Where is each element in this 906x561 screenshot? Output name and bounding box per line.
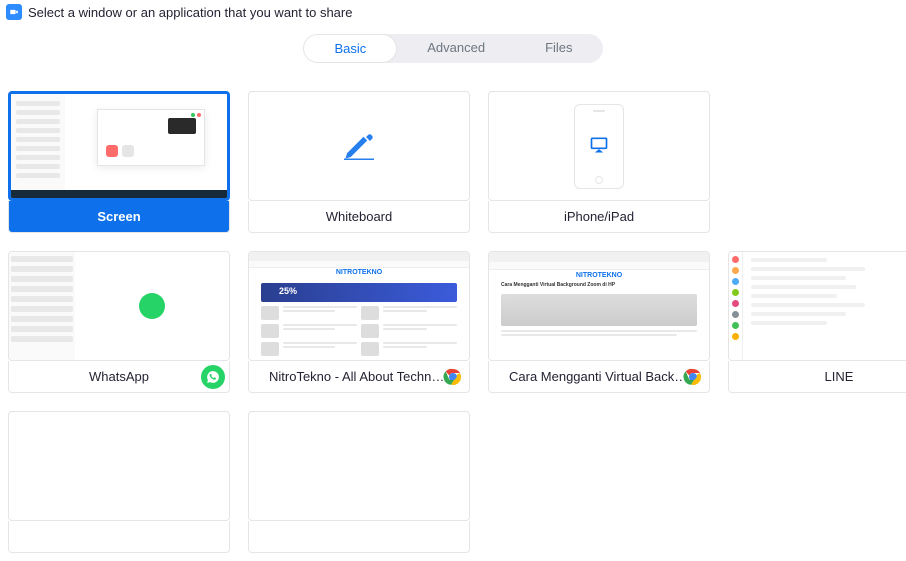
- share-thumb-cara: NITROTEKNO Cara Mengganti Virtual Backgr…: [488, 251, 710, 361]
- airplay-icon: [589, 135, 609, 158]
- share-label-bar: Whiteboard: [248, 201, 470, 233]
- share-label-bar: Cara Mengganti Virtual Backgrou...: [488, 361, 710, 393]
- share-label-bar: LINE: [728, 361, 906, 393]
- share-item-whiteboard[interactable]: Whiteboard: [248, 91, 470, 233]
- mock-article-title: Cara Mengganti Virtual Background Zoom d…: [501, 282, 697, 288]
- share-label-bar: [8, 521, 230, 553]
- share-item-blank[interactable]: [248, 411, 470, 553]
- share-item-label: NitroTekno - All About Technolo...: [269, 369, 449, 384]
- window-title: Select a window or an application that y…: [28, 5, 352, 20]
- share-label-bar: iPhone/iPad: [488, 201, 710, 233]
- share-item-screen[interactable]: Screen: [8, 91, 230, 233]
- share-item-blank[interactable]: [8, 411, 230, 553]
- share-thumb-iphone: [488, 91, 710, 201]
- tab-group: Basic Advanced Files: [303, 34, 602, 63]
- tab-files[interactable]: Files: [515, 34, 602, 63]
- chrome-icon: [441, 365, 465, 389]
- share-item-iphone-ipad[interactable]: iPhone/iPad: [488, 91, 710, 233]
- tab-advanced[interactable]: Advanced: [397, 34, 515, 63]
- share-item-label: Whiteboard: [326, 209, 392, 224]
- share-label-bar: NitroTekno - All About Technolo...: [248, 361, 470, 393]
- share-item-line[interactable]: LINE: [728, 251, 906, 393]
- share-item-label: LINE: [825, 369, 854, 384]
- share-thumb-screen: [8, 91, 230, 201]
- share-item-label: WhatsApp: [89, 369, 149, 384]
- mock-site-brand: NITROTEKNO: [249, 268, 469, 277]
- tab-basic[interactable]: Basic: [303, 34, 397, 63]
- share-item-whatsapp[interactable]: WhatsApp: [8, 251, 230, 393]
- share-thumb-blank: [248, 411, 470, 521]
- share-thumb-whiteboard: [248, 91, 470, 201]
- share-thumb-line: [728, 251, 906, 361]
- share-item-label: iPhone/iPad: [564, 209, 634, 224]
- share-label-bar: [248, 521, 470, 553]
- zoom-icon: [6, 4, 22, 20]
- pen-icon: [341, 127, 377, 166]
- share-item-nitrotekno[interactable]: NITROTEKNO NitroTekno - All About Techno…: [248, 251, 470, 393]
- whatsapp-icon: [201, 365, 225, 389]
- phone-frame-icon: [574, 104, 624, 189]
- tab-bar: Basic Advanced Files: [0, 34, 906, 63]
- window-header: Select a window or an application that y…: [0, 0, 906, 24]
- share-item-label: Screen: [97, 209, 140, 224]
- share-thumb-whatsapp: [8, 251, 230, 361]
- share-grid: Screen Whiteboard iPhone/iPad: [0, 63, 906, 561]
- share-thumb-nitro: NITROTEKNO: [248, 251, 470, 361]
- share-label-bar: WhatsApp: [8, 361, 230, 393]
- mock-site-brand: NITROTEKNO: [489, 270, 709, 280]
- share-label-bar: Screen: [8, 201, 230, 233]
- chrome-icon: [681, 365, 705, 389]
- share-item-label: Cara Mengganti Virtual Backgrou...: [509, 369, 689, 384]
- share-thumb-blank: [8, 411, 230, 521]
- share-item-cara-mengganti[interactable]: NITROTEKNO Cara Mengganti Virtual Backgr…: [488, 251, 710, 393]
